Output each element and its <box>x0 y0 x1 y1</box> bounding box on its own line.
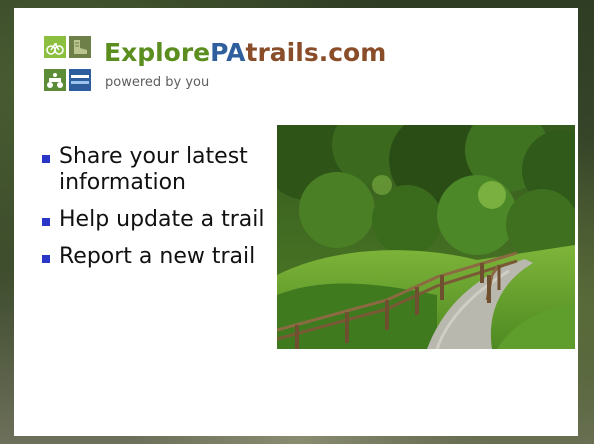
bullet-item-update: Help update a trail <box>42 207 272 233</box>
atv-icon <box>44 69 66 91</box>
bullet-item-share: Share your latest information <box>42 144 272 196</box>
bike-icon <box>44 36 66 58</box>
bullet-text: Share your latest information <box>59 144 248 195</box>
bullet-square-icon <box>42 255 50 263</box>
bullet-text: Report a new trail <box>59 244 256 269</box>
bullet-item-report: Report a new trail <box>42 244 272 270</box>
background-frame: ExplorePAtrails.com powered by you Share… <box>0 0 594 444</box>
bullet-text: Help update a trail <box>59 207 265 232</box>
trail-photo <box>277 125 575 349</box>
logo-tagline: powered by you <box>105 75 210 90</box>
bullet-square-icon <box>42 218 50 226</box>
bullet-list: Share your latest information Help updat… <box>42 144 272 281</box>
logo-title: ExplorePAtrails.com <box>104 38 386 67</box>
slide: ExplorePAtrails.com powered by you Share… <box>14 8 578 436</box>
logo-tiles <box>44 36 92 100</box>
logo-title-trails: trails.com <box>245 38 387 67</box>
trail-photo-graphic <box>277 125 575 349</box>
bullet-square-icon <box>42 155 50 163</box>
paddle-icon <box>69 69 91 91</box>
logo-title-explore: Explore <box>104 38 211 67</box>
logo-title-pa: PA <box>210 38 246 67</box>
site-logo[interactable]: ExplorePAtrails.com powered by you <box>44 36 386 104</box>
boot-icon <box>69 36 91 58</box>
